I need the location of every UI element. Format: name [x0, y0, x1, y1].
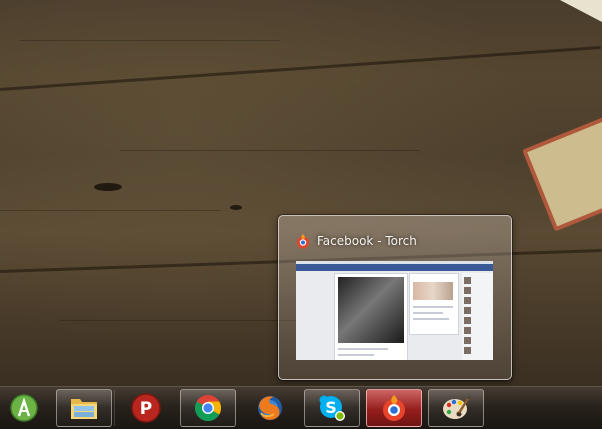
taskbar-button-firefox[interactable] — [242, 389, 298, 427]
wood-plank-seam — [0, 46, 601, 91]
ad-text-line — [413, 306, 453, 308]
sponsored-ad-image — [413, 282, 453, 300]
taskbar: P S — [0, 386, 602, 429]
post-text-line — [338, 354, 374, 356]
chat-avatar — [464, 287, 471, 294]
facebook-header-bar — [296, 264, 493, 271]
taskbar-button-skype[interactable]: S — [304, 389, 360, 427]
news-feed-post — [334, 273, 408, 360]
chat-avatar — [464, 337, 471, 344]
taskbar-button-windows-explorer[interactable] — [56, 389, 112, 427]
wood-grain — [20, 40, 280, 41]
ad-text-line — [413, 312, 443, 314]
chat-avatar — [464, 307, 471, 314]
taskbar-separator — [114, 390, 115, 426]
svg-text:P: P — [140, 399, 152, 419]
android-studio-icon — [10, 394, 38, 422]
skype-icon: S — [319, 395, 345, 421]
taskbar-button-psiphon[interactable]: P — [118, 389, 174, 427]
chat-sidebar — [462, 273, 493, 360]
taskbar-thumbnail-preview[interactable]: Facebook - Torch — [278, 215, 512, 380]
folder-icon — [71, 399, 97, 419]
paint-palette-icon — [443, 396, 471, 419]
paper-corner-decoration — [560, 0, 602, 22]
ad-text-line — [413, 318, 449, 320]
chat-avatar — [464, 327, 471, 334]
chat-avatar — [464, 277, 471, 284]
firefox-icon — [258, 396, 282, 420]
torch-icon — [297, 234, 309, 249]
taskbar-button-paint[interactable] — [428, 389, 484, 427]
book-decoration — [522, 102, 602, 232]
taskbar-button-chrome[interactable] — [180, 389, 236, 427]
chat-avatar — [464, 347, 471, 354]
torch-icon — [383, 395, 405, 421]
chat-avatar — [464, 297, 471, 304]
taskbar-button-android-studio[interactable] — [0, 389, 52, 427]
right-column — [409, 273, 459, 335]
psiphon-p-icon: P — [131, 393, 161, 423]
post-photo — [338, 277, 404, 343]
chrome-icon — [194, 395, 222, 422]
post-text-line — [338, 348, 388, 350]
thumbnail-window-title: Facebook - Torch — [317, 234, 417, 248]
wood-knot — [94, 183, 122, 191]
chat-avatar — [464, 317, 471, 324]
wood-knot — [230, 205, 242, 210]
wood-grain — [0, 210, 220, 211]
wood-grain — [120, 150, 420, 151]
taskbar-button-torch[interactable] — [366, 389, 422, 427]
browser-toolbar — [296, 261, 493, 264]
svg-text:S: S — [325, 398, 337, 417]
window-preview-image[interactable] — [296, 261, 493, 360]
